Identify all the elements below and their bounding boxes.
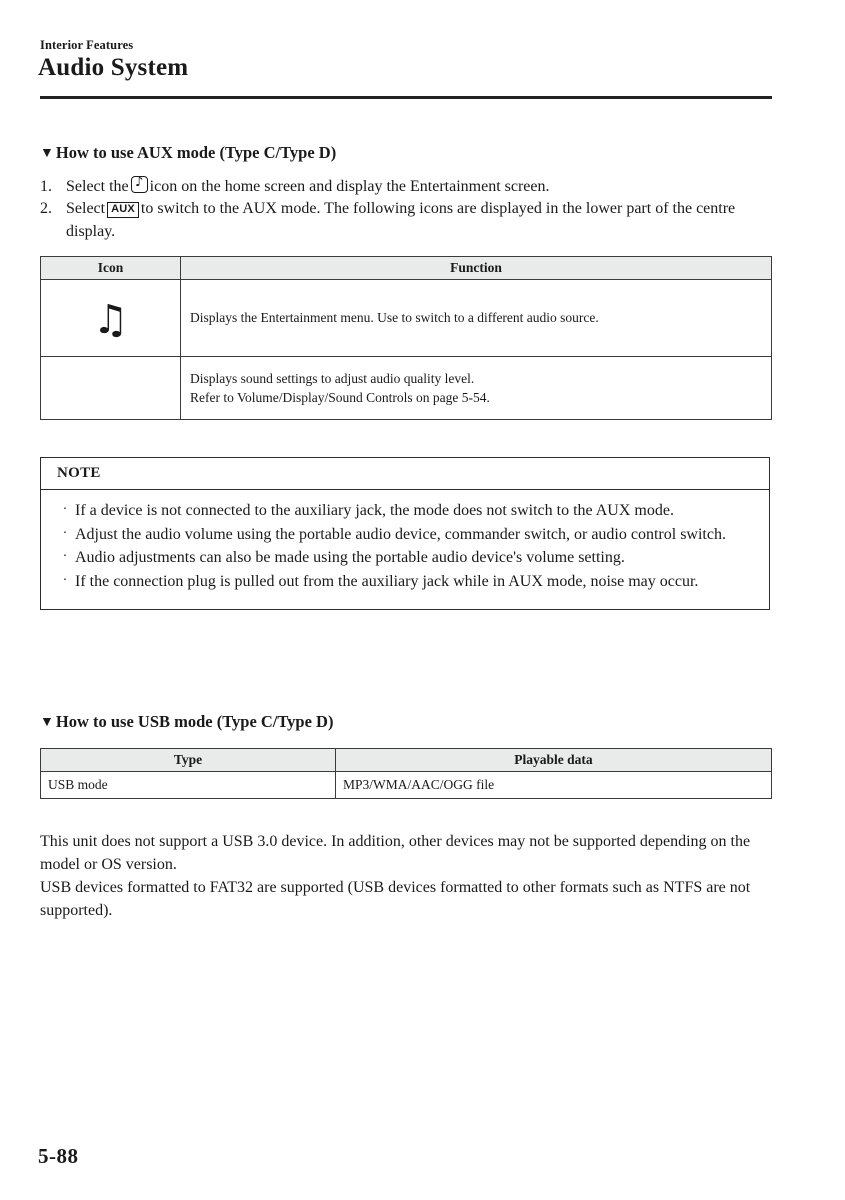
list-item: · Adjust the audio volume using the port…	[55, 524, 755, 547]
entertainment-menu-icon-cell: ♫	[40, 279, 181, 357]
triangle-marker-icon: ▼	[40, 146, 54, 161]
usb-type-table: Type Playable data USB mode MP3/WMA/AAC/…	[40, 748, 772, 799]
step-text: Select AUX to switch to the AUX mode. The …	[66, 198, 772, 243]
aux-section-heading-text: How to use AUX mode (Type C/Type D)	[55, 143, 337, 162]
paragraph: USB devices formatted to FAT32 are suppo…	[40, 879, 751, 920]
description-line: Refer to Volume/Display/Sound Controls o…	[190, 390, 490, 405]
cell-playable-data: MP3/WMA/AAC/OGG file	[335, 771, 772, 799]
list-item: · If a device is not connected to the au…	[55, 500, 755, 523]
column-header-function: Function	[180, 256, 772, 280]
aux-section-heading: ▼ How to use AUX mode (Type C/Type D)	[40, 143, 336, 163]
icon-function-table: Icon Function ♫ Displays the Entertainme…	[40, 256, 772, 420]
page-number: 5-88	[38, 1144, 79, 1168]
header-divider	[40, 96, 772, 99]
list-item: · Audio adjustments can also be made usi…	[55, 547, 755, 570]
table-row: Displays sound settings to adjust audio …	[40, 356, 772, 420]
table-header-row: Icon Function	[40, 256, 772, 280]
bullet-icon: ·	[62, 525, 68, 541]
step-number: 2.	[40, 200, 52, 218]
table-row: USB mode MP3/WMA/AAC/OGG file	[40, 771, 772, 799]
sound-settings-icon-cell	[40, 356, 181, 420]
usb-section-heading-text: How to use USB mode (Type C/Type D)	[55, 712, 334, 731]
step-text-after: icon on the home screen and display the …	[149, 178, 550, 195]
music-note-icon[interactable]	[130, 174, 148, 193]
list-item: 1. Select the icon on the home screen and…	[40, 174, 772, 198]
bullet-icon: ·	[62, 502, 68, 517]
list-item: · If the connection plug is pulled out f…	[55, 571, 755, 594]
usb-notes-text: This unit does not support a USB 3.0 dev…	[40, 830, 755, 922]
entertainment-menu-description: Displays the Entertainment menu. Use to …	[180, 279, 772, 357]
list-item: 2. Select AUX to switch to the AUX mode. T…	[40, 198, 772, 243]
column-header-icon: Icon	[40, 256, 181, 280]
step-text-before: Select	[66, 200, 106, 218]
note-item-text: If the connection plug is pulled out fro…	[75, 573, 699, 591]
aux-button-icon[interactable]: AUX	[107, 202, 139, 219]
note-item-text: Adjust the audio volume using the portab…	[75, 525, 726, 543]
description-line: Displays the Entertainment menu. Use to …	[190, 310, 599, 326]
cell-type: USB mode	[40, 771, 336, 799]
bullet-icon: ·	[62, 549, 68, 565]
paragraph: This unit does not support a USB 3.0 dev…	[40, 833, 751, 874]
note-title: NOTE	[41, 458, 769, 490]
table-header-row: Type Playable data	[40, 748, 772, 772]
note-item-text: Audio adjustments can also be made using…	[75, 549, 625, 567]
column-header-type: Type	[40, 748, 336, 772]
note-item-text: If a device is not connected to the auxi…	[75, 502, 674, 519]
page-title: Audio System	[38, 54, 189, 81]
step-text-before: Select the	[66, 178, 129, 195]
manual-page: Interior Features Audio System ▼ How to u…	[0, 0, 845, 1200]
note-body: · If a device is not connected to the au…	[41, 490, 769, 609]
section-label: Interior Features	[40, 38, 134, 52]
step-number: 1.	[40, 178, 52, 195]
usb-section-heading: ▼ How to use USB mode (Type C/Type D)	[40, 712, 333, 732]
aux-steps-list: 1. Select the icon on the home screen and…	[40, 174, 772, 243]
step-text: Select the icon on the home screen and di…	[66, 174, 772, 198]
step-text-after: to switch to the AUX mode. The following…	[66, 200, 736, 240]
table-row: ♫ Displays the Entertainment menu. Use t…	[40, 279, 772, 357]
music-note-icon: ♫	[92, 297, 129, 343]
note-box: NOTE · If a device is not connected to t…	[40, 457, 770, 610]
triangle-marker-icon: ▼	[40, 715, 54, 730]
sound-settings-description: Displays sound settings to adjust audio …	[180, 356, 772, 420]
description-line: Displays sound settings to adjust audio …	[190, 370, 475, 386]
column-header-playable-data: Playable data	[335, 748, 772, 772]
bullet-icon: ·	[62, 573, 68, 589]
